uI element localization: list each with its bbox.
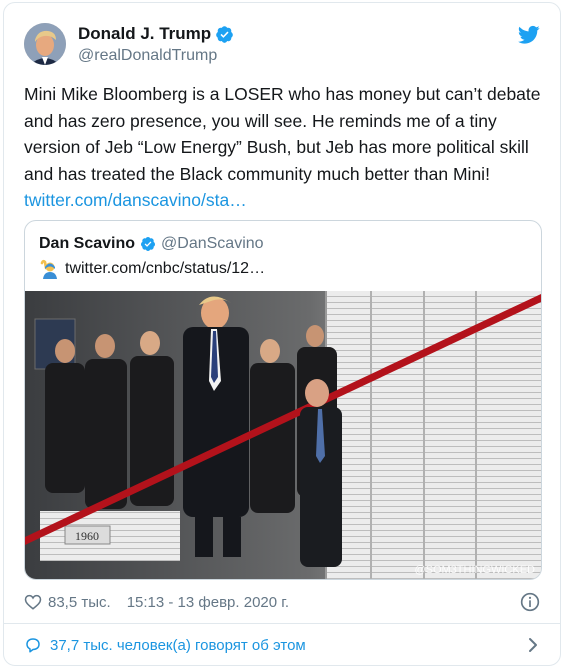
tweet-link[interactable]: twitter.com/danscavino/sta…: [24, 190, 247, 210]
author-avatar[interactable]: [24, 23, 66, 65]
info-icon[interactable]: [520, 592, 540, 612]
author-handle[interactable]: @realDonaldTrump: [78, 47, 234, 65]
like-button[interactable]: 83,5 тыс.: [24, 593, 111, 611]
quoted-tweet[interactable]: Dan Scavino @DanScavino twitter.com/cnbc…: [24, 220, 542, 580]
twitter-bird-icon[interactable]: [518, 25, 540, 45]
person-raising-hand-icon: [40, 259, 57, 279]
like-count[interactable]: 83,5 тыс.: [48, 594, 111, 611]
tweet-text: Mini Mike Bloomberg is a LOSER who has m…: [24, 84, 541, 184]
conversation-label[interactable]: 37,7 тыс. человек(а) говорят об этом: [50, 637, 306, 654]
quoted-display-name[interactable]: Dan Scavino: [39, 235, 135, 253]
tweet-timestamp[interactable]: 15:13 - 13 февр. 2020 г.: [127, 594, 289, 611]
media-stack-label: 1960: [75, 529, 99, 543]
verified-badge-icon: [216, 25, 233, 43]
media-watermark: @SOM3THINGWICKED: [414, 564, 535, 576]
divider: [4, 623, 560, 624]
author-display-name[interactable]: Donald J. Trump: [78, 24, 211, 44]
chevron-right-icon[interactable]: [526, 637, 540, 653]
tweet-card: Donald J. Trump @realDonaldTrump Mini Mi…: [3, 2, 561, 666]
tweet-meta: 83,5 тыс. 15:13 - 13 февр. 2020 г.: [24, 589, 540, 615]
heart-icon[interactable]: [24, 593, 42, 611]
speech-bubble-icon: [26, 638, 40, 653]
verified-badge-icon: [141, 237, 156, 251]
tweet-header: Donald J. Trump @realDonaldTrump: [24, 21, 540, 71]
conversation-link[interactable]: 37,7 тыс. человек(а) говорят об этом: [24, 631, 540, 659]
quoted-text[interactable]: twitter.com/cnbc/status/12…: [65, 260, 265, 278]
quoted-handle[interactable]: @DanScavino: [161, 235, 264, 253]
tweet-body: Mini Mike Bloomberg is a LOSER who has m…: [24, 81, 544, 214]
quoted-media-image[interactable]: @SOM3THINGWICKED 1960: [25, 291, 542, 580]
